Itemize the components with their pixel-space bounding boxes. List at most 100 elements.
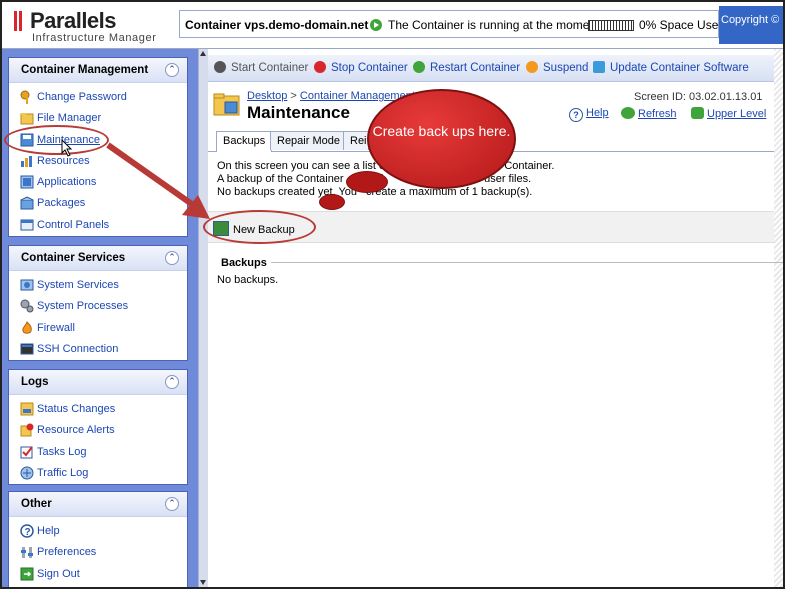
suspend-button[interactable]: Suspend: [526, 61, 588, 74]
callout-bubble: [319, 194, 345, 210]
sidebar-item-label: System Processes: [37, 300, 129, 313]
chart-icon: [20, 154, 34, 168]
section-divider: [271, 262, 783, 263]
toolbar-label: Start Container: [231, 62, 309, 74]
annotation-callout: Create back ups here.: [367, 89, 516, 189]
screen-id: Screen ID: 03.02.01.13.01: [634, 91, 763, 103]
preferences-icon: [20, 545, 34, 559]
collapse-icon[interactable]: ⌃: [165, 497, 179, 511]
collapse-icon[interactable]: ⌃: [165, 251, 179, 265]
sidebar-item-label: SSH Connection: [37, 342, 119, 355]
sidebar-item-preferences[interactable]: Preferences: [9, 542, 187, 563]
maintenance-folder-icon: [213, 91, 241, 117]
toolbar-label: Suspend: [543, 62, 589, 74]
panel-other: Other ⌃ ? Help Preferences Sign Out: [8, 491, 188, 587]
sidebar-item-tasks-log[interactable]: Tasks Log: [9, 442, 187, 463]
scrollbar[interactable]: [198, 49, 208, 587]
space-meter: [588, 20, 634, 31]
tasks-icon: [20, 445, 34, 459]
upper-level-icon: [691, 107, 704, 119]
tab-reinstall[interactable]: Rei: [343, 131, 369, 150]
scroll-up-icon[interactable]: [200, 51, 206, 56]
sidebar-item-label: File Manager: [37, 112, 102, 125]
update-software-button[interactable]: Update Container Software: [593, 61, 749, 74]
page-edge: [774, 49, 783, 587]
panel-title: Logs: [21, 376, 49, 388]
running-icon: [370, 19, 382, 31]
help-link[interactable]: ? Help: [569, 107, 609, 122]
running-status: The Container is running at the moment.: [388, 18, 603, 32]
sign-out-icon: [20, 567, 34, 581]
stop-icon: [314, 61, 326, 73]
upper-level-link[interactable]: Upper Level: [691, 107, 766, 120]
copyright: Copyright © 1: [719, 6, 783, 44]
services-icon: [20, 278, 34, 292]
logo-bars-icon: [14, 11, 24, 31]
mouse-cursor-icon: [61, 139, 73, 157]
breadcrumb-separator: >: [290, 90, 297, 102]
no-backups-text: No backups.: [217, 274, 279, 286]
start-container-button[interactable]: Start Container: [214, 61, 308, 74]
tab-backups[interactable]: Backups: [216, 131, 273, 152]
sidebar-item-label: Resource Alerts: [37, 424, 115, 437]
help-icon: ?: [20, 524, 34, 538]
brand-name: Parallels: [30, 8, 117, 33]
panel-header: Other ⌃: [9, 492, 187, 517]
sidebar-item-label: Preferences: [37, 546, 97, 559]
sidebar-item-label: Status Changes: [37, 403, 116, 415]
panel-title: Container Management: [21, 64, 149, 76]
breadcrumb: Desktop > Container Management: [247, 90, 415, 102]
help-icon: ?: [569, 108, 583, 122]
backups-section-title: Backups: [221, 257, 267, 269]
sidebar-item-change-password[interactable]: Change Password: [9, 87, 187, 108]
space-used: 0% Space Used: [639, 18, 726, 32]
collapse-icon[interactable]: ⌃: [165, 375, 179, 389]
sidebar-item-label: Packages: [37, 197, 86, 210]
tab-repair-mode[interactable]: Repair Mode: [270, 131, 347, 150]
firewall-icon: [20, 320, 34, 335]
description-line: No backups created yet. You create a maxi…: [217, 186, 554, 199]
gears-icon: [20, 299, 34, 313]
sidebar-item-system-processes[interactable]: System Processes: [9, 296, 187, 317]
stop-container-button[interactable]: Stop Container: [314, 61, 408, 74]
refresh-icon: [621, 107, 635, 119]
sidebar-item-label: Change Password: [37, 91, 127, 103]
applications-icon: [20, 175, 34, 189]
suspend-icon: [526, 61, 538, 73]
sidebar-item-traffic-log[interactable]: Traffic Log: [9, 463, 187, 484]
refresh-link[interactable]: Refresh: [621, 107, 677, 120]
panel-header: Container Services ⌃: [9, 246, 187, 271]
annotation-arrow: [106, 142, 210, 219]
sidebar-item-ssh-connection[interactable]: SSH Connection: [9, 339, 187, 360]
folder-icon: [20, 111, 34, 125]
sidebar-item-resource-alerts[interactable]: Resource Alerts: [9, 420, 187, 441]
restart-container-button[interactable]: Restart Container: [413, 61, 520, 74]
scroll-down-icon[interactable]: [200, 580, 206, 585]
app-window: Parallels Infrastructure Manager Contain…: [0, 0, 785, 589]
header: Parallels Infrastructure Manager Contain…: [2, 2, 783, 49]
breadcrumb-desktop[interactable]: Desktop: [247, 90, 287, 102]
sidebar-item-help[interactable]: ? Help: [9, 521, 187, 542]
sidebar-item-label: Traffic Log: [37, 466, 89, 479]
brand-subtitle: Infrastructure Manager: [32, 32, 157, 44]
sidebar-item-label: Firewall: [37, 321, 75, 334]
sidebar-item-firewall[interactable]: Firewall: [9, 318, 187, 339]
collapse-icon[interactable]: ⌃: [165, 63, 179, 77]
container-host: Container vps.demo-domain.net: [185, 18, 369, 32]
page-title: Maintenance: [247, 103, 350, 122]
sidebar-item-sign-out[interactable]: Sign Out: [9, 564, 187, 585]
panel-logs: Logs ⌃ Status Changes Resource Alerts Ta…: [8, 369, 188, 485]
start-icon: [214, 61, 226, 73]
sidebar-item-system-services[interactable]: System Services: [9, 275, 187, 296]
alert-icon: [20, 423, 34, 437]
sidebar-item-label: Help: [37, 525, 60, 537]
panel-container-services: Container Services ⌃ System Services Sys…: [8, 245, 188, 361]
callout-bubble: [346, 171, 388, 193]
panel-header: Container Management ⌃: [9, 58, 187, 83]
update-icon: [593, 61, 605, 73]
sidebar-item-status-changes[interactable]: Status Changes: [9, 399, 187, 420]
toolbar-label: Stop Container: [331, 62, 408, 74]
sidebar-item-label: Applications: [37, 176, 97, 189]
panel-title: Other: [21, 498, 52, 510]
panel-header: Logs ⌃: [9, 370, 187, 395]
